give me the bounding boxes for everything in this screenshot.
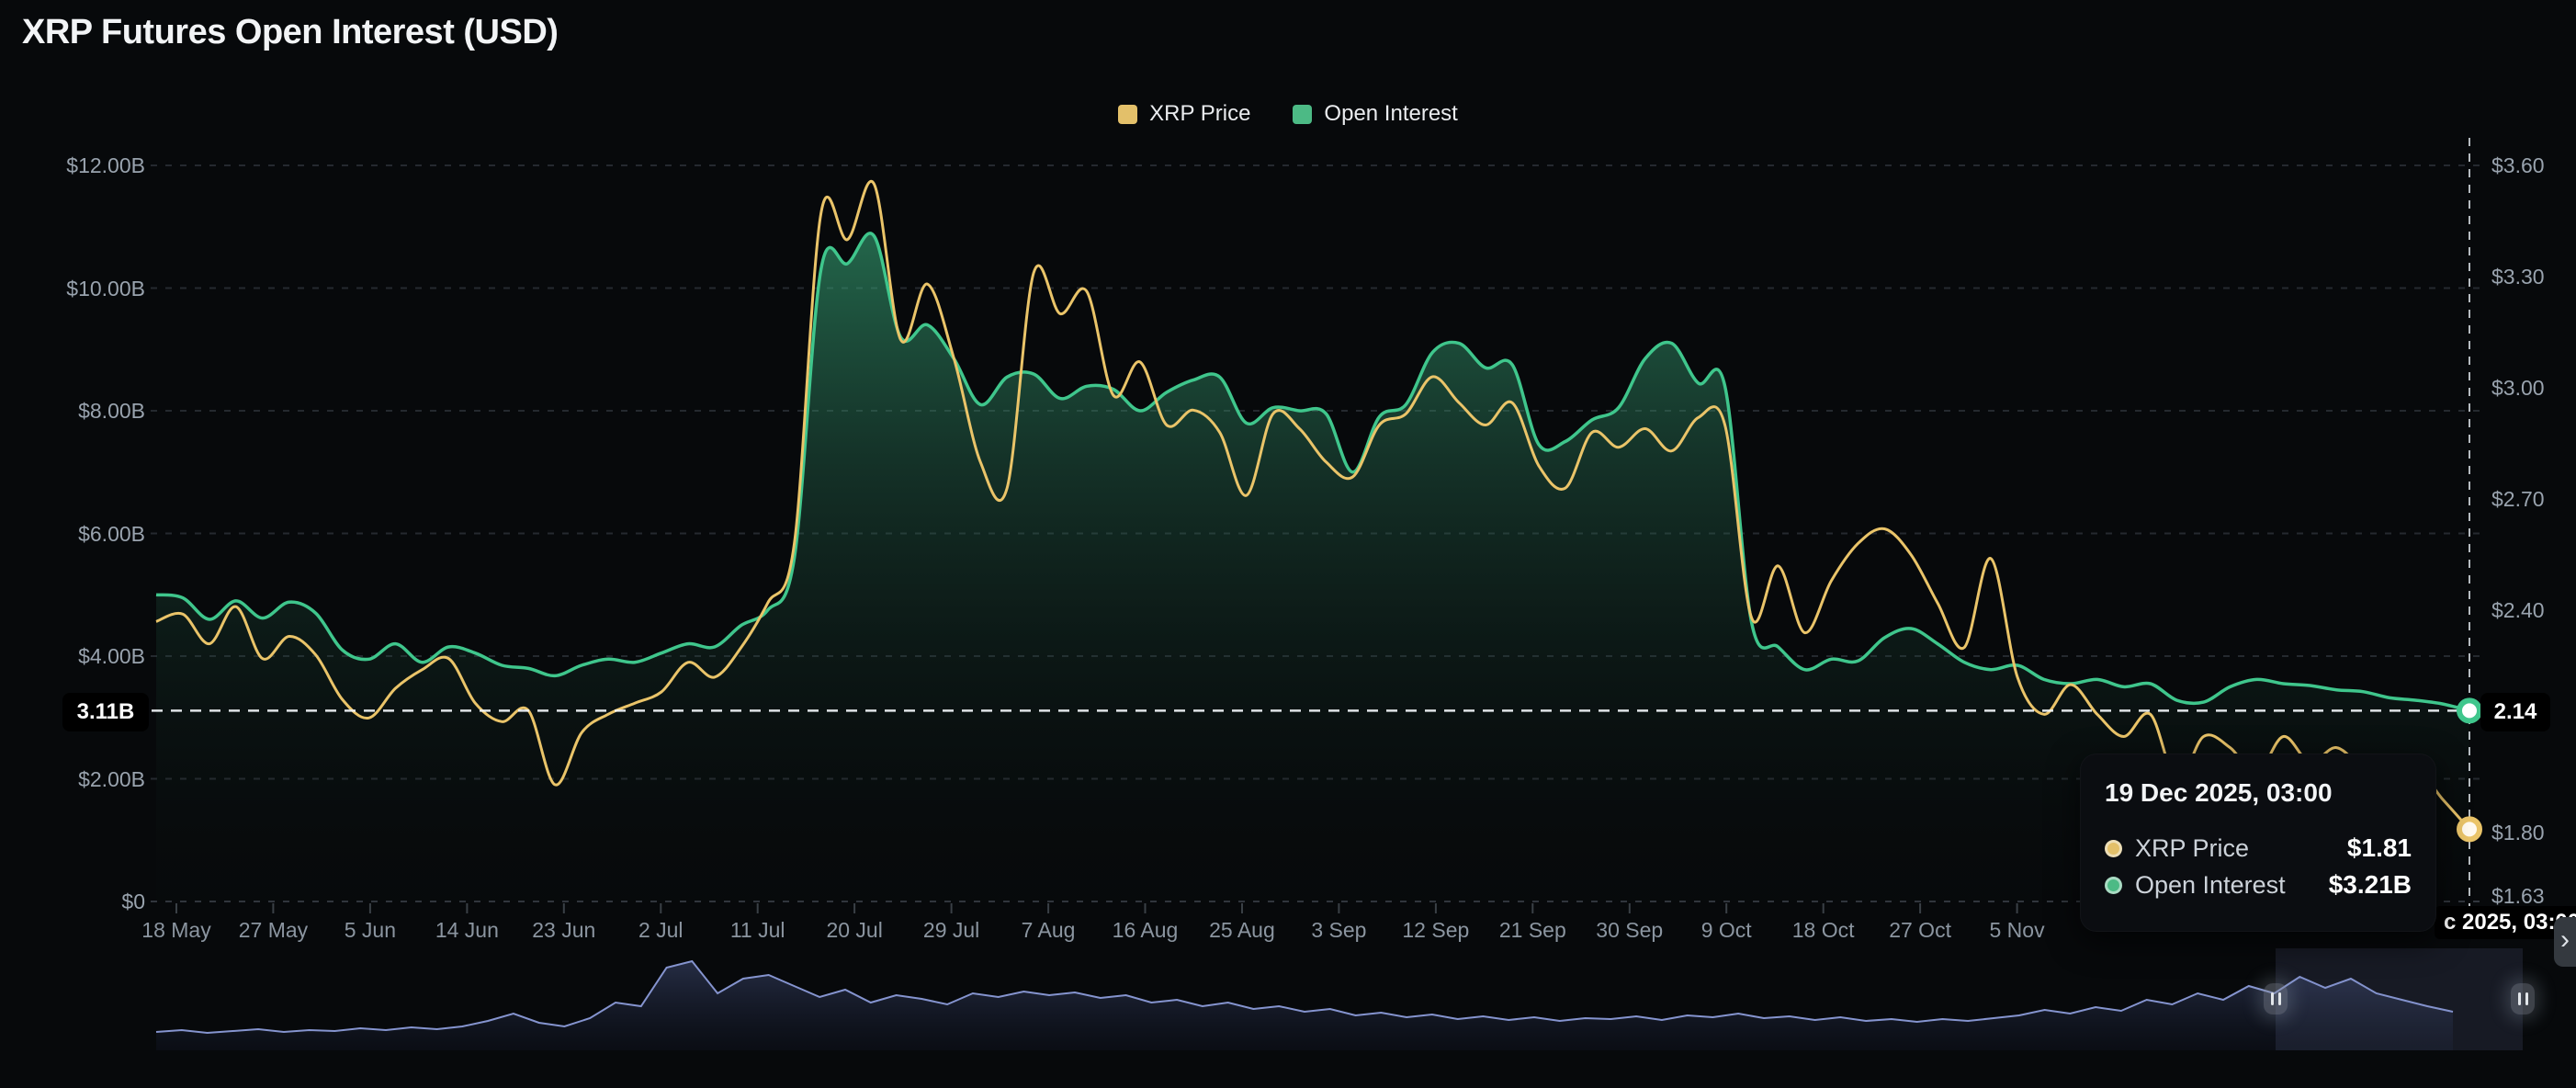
y-axis-left-label: $10.00B bbox=[66, 276, 145, 300]
y-axis-left-label: $12.00B bbox=[66, 153, 145, 177]
y-axis-left-label: $8.00B bbox=[78, 399, 145, 423]
tooltip-value: $3.21B bbox=[2328, 870, 2412, 899]
chart-tooltip: 19 Dec 2025, 03:00 XRP Price $1.81 Open … bbox=[2080, 754, 2436, 932]
y-axis-right-label: $3.60 bbox=[2491, 153, 2545, 177]
y-axis-right-label: $1.80 bbox=[2491, 821, 2545, 845]
open-interest-marker bbox=[2457, 697, 2482, 724]
tooltip-label: XRP Price bbox=[2135, 833, 2250, 862]
open-interest-current-badge: 3.11B bbox=[62, 693, 149, 731]
xrp-open-interest-dashboard: XRP Futures Open Interest (USD) XRP Pric… bbox=[0, 0, 2576, 1088]
navigator-right-handle[interactable] bbox=[2511, 983, 2536, 1014]
y-axis-left-label: $4.00B bbox=[78, 644, 145, 668]
y-axis-right-label: $1.63 bbox=[2491, 884, 2545, 908]
y-axis-left-label: $2.00B bbox=[78, 766, 145, 791]
xrp-price-dot-icon bbox=[2105, 839, 2122, 857]
tooltip-label: Open Interest bbox=[2135, 870, 2286, 899]
y-axis-right-label: $2.40 bbox=[2491, 598, 2545, 623]
y-axis-left-label: $6.00B bbox=[78, 521, 145, 546]
tooltip-date: 19 Dec 2025, 03:00 bbox=[2105, 778, 2333, 807]
y-axis-right-label: $2.70 bbox=[2491, 487, 2545, 512]
right-axis-current-badge: 2.14 bbox=[2480, 693, 2550, 731]
xrp-price-marker bbox=[2457, 816, 2482, 843]
open-interest-dot-icon bbox=[2105, 876, 2122, 894]
chevron-right-icon: › bbox=[2560, 924, 2570, 955]
navigator-left-handle[interactable] bbox=[2264, 983, 2288, 1014]
tooltip-value: $1.81 bbox=[2346, 833, 2412, 862]
navigator-mini-chart bbox=[155, 948, 2523, 1050]
x-axis-label: 5 Nov bbox=[1989, 918, 2045, 942]
navigator-selection bbox=[2276, 948, 2523, 1050]
expand-panel-button[interactable]: › bbox=[2554, 917, 2576, 967]
y-axis-left-label: $0 bbox=[121, 890, 145, 913]
x-axis-ticks bbox=[175, 903, 2018, 913]
tooltip-row-open-interest: Open Interest $3.21B bbox=[2105, 867, 2412, 903]
tooltip-row-xrp-price: XRP Price $1.81 bbox=[2105, 830, 2412, 867]
y-axis-right-label: $3.30 bbox=[2491, 265, 2545, 289]
y-axis-right-label: $3.00 bbox=[2491, 376, 2545, 401]
